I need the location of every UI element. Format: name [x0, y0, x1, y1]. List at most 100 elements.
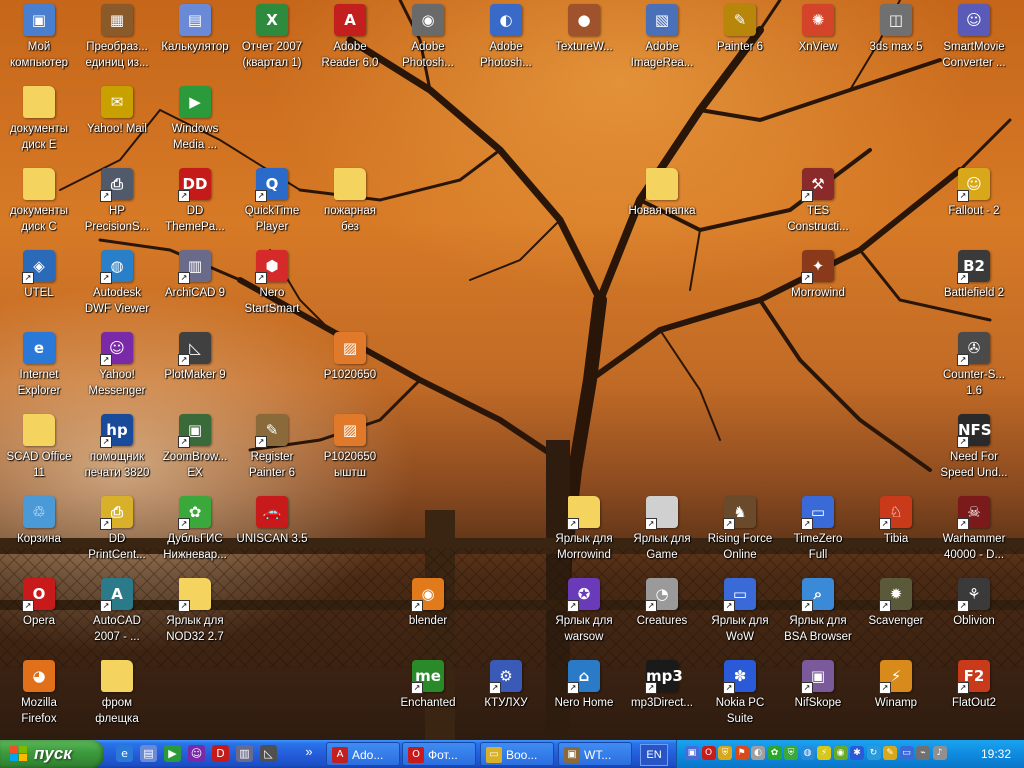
desktop-icon[interactable]: DD ↗ DD ThemePa... [156, 166, 234, 246]
desktop-icon[interactable]: ✿ ↗ ДубльГИС Нижневар... [156, 494, 234, 574]
network-tray-icon[interactable]: ▣ [685, 746, 699, 760]
desktop-icon[interactable]: ▶ Windows Media ... [156, 84, 234, 164]
desktop-icon[interactable]: ⚒ ↗ TES Constructi... [779, 166, 857, 246]
dd-quicklaunch-icon[interactable]: D [212, 745, 229, 762]
bluetooth-tray-icon[interactable]: ✱ [850, 746, 864, 760]
nvidia-tray-icon[interactable]: ◉ [833, 746, 848, 760]
taskbar-button[interactable]: O Фот... [402, 742, 476, 766]
desktop-icon[interactable]: ◐ Adobe Photosh... [467, 2, 545, 82]
desktop-icon[interactable]: X Отчет 2007 (квартал 1) [233, 2, 311, 82]
desktop-icon[interactable]: hp ↗ помощник печати 3820 [78, 412, 156, 492]
clock[interactable]: 19:32 [981, 740, 1011, 768]
desktop-icon[interactable]: ☺ ↗ Yahoo! Messenger [78, 330, 156, 410]
desktop-icon[interactable]: e Internet Explorer [0, 330, 78, 410]
usb-tray-icon[interactable]: ⌁ [916, 746, 930, 760]
taskbar-button[interactable]: A Ado... [326, 742, 400, 766]
desktop-icon[interactable]: ✦ ↗ Morrowind [779, 248, 857, 328]
desktop-icon[interactable]: F2 ↗ FlatOut2 [935, 658, 1013, 738]
desktop-icon[interactable]: ♞ ↗ Rising Force Online [701, 494, 779, 574]
desktop-icon[interactable]: O ↗ Opera [0, 576, 78, 656]
taskbar-button[interactable]: ▣ WT... [558, 742, 632, 766]
quick-launch-overflow-button[interactable]: » [302, 743, 316, 763]
desktop-icon[interactable]: документы диск E [0, 84, 78, 164]
desktop-icon[interactable]: Новая папка [623, 166, 701, 246]
desktop-icon[interactable]: ◉ Adobe Photosh... [389, 2, 467, 82]
desktop-icon[interactable]: mp3 ↗ mp3Direct... [623, 658, 701, 738]
desktop-icon[interactable]: ☺ ↗ Fallout - 2 [935, 166, 1013, 246]
desktop-icon[interactable]: ↗ Ярлык для Game [623, 494, 701, 574]
desktop-icon[interactable]: ✽ ↗ Nokia PC Suite [701, 658, 779, 738]
desktop-icon[interactable]: ◈ ↗ UTEL [0, 248, 78, 328]
opera-tray-icon[interactable]: O [701, 746, 716, 760]
desktop-icon[interactable]: ▣ Мой компьютер [0, 2, 78, 82]
desktop-icon[interactable]: ◺ ↗ PlotMaker 9 [156, 330, 234, 410]
flag-tray-icon[interactable]: ⚑ [734, 746, 749, 760]
desktop-icon[interactable]: ▣ ↗ NifSkope [779, 658, 857, 738]
desktop-icon[interactable]: ✪ ↗ Ярлык для warsow [545, 576, 623, 656]
update-tray-icon[interactable]: ↻ [866, 746, 881, 760]
plotmaker-quicklaunch-icon[interactable]: ◺ [260, 745, 277, 762]
media-quicklaunch-icon[interactable]: ▶ [164, 745, 181, 762]
desktop-icon[interactable]: ▥ ↗ ArchiCAD 9 [156, 248, 234, 328]
desktop-icon[interactable]: ▨ P1020650 ыштш [311, 412, 389, 492]
desktop-icon[interactable]: ⎙ ↗ DD PrintCent... [78, 494, 156, 574]
desktop-icon[interactable]: me ↗ Enchanted [389, 658, 467, 738]
desktop-icon[interactable]: ☺ SmartMovie Converter ... [935, 2, 1013, 82]
power-tray-icon[interactable]: ⚡ [817, 746, 831, 760]
desktop-icon[interactable]: ◫ 3ds max 5 [857, 2, 935, 82]
desktop-icon[interactable]: ▤ Калькулятор [156, 2, 234, 82]
desktop-icon[interactable]: ✹ ↗ Scavenger [857, 576, 935, 656]
desktop-icon[interactable]: B2 ↗ Battlefield 2 [935, 248, 1013, 328]
start-button[interactable]: пуск [0, 740, 104, 768]
desktop-icon[interactable]: Q ↗ QuickTime Player [233, 166, 311, 246]
desktop-icon[interactable]: ⬢ ↗ Nero StartSmart [233, 248, 311, 328]
display-tray-icon[interactable]: ▭ [899, 746, 914, 760]
globe-tray-icon[interactable]: ◍ [800, 746, 815, 760]
desktop-icon[interactable]: документы диск C [0, 166, 78, 246]
shield-tray-icon[interactable]: ⛨ [718, 746, 732, 760]
desktop-icon[interactable]: 🚗 UNISCAN 3.5 [233, 494, 311, 574]
desktop-icon[interactable]: ▧ Adobe ImageRea... [623, 2, 701, 82]
desktop-icon[interactable]: ▦ Преобраз... единиц из... [78, 2, 156, 82]
desktop-icon[interactable]: ♲ Корзина [0, 494, 78, 574]
language-indicator[interactable]: EN [640, 744, 668, 766]
shield-green-tray-icon[interactable]: ⛨ [784, 746, 798, 760]
pen-tray-icon[interactable]: ✎ [883, 746, 897, 760]
desktop-icon[interactable]: ⚘ ↗ Oblivion [935, 576, 1013, 656]
desktop-icon[interactable]: ✉ Yahoo! Mail [78, 84, 156, 164]
desktop-icon[interactable]: ⌕ ↗ Ярлык для BSA Browser [779, 576, 857, 656]
desktop-icon[interactable]: ◍ ↗ Autodesk DWF Viewer [78, 248, 156, 328]
desktop-icon[interactable]: ◔ ↗ Creatures [623, 576, 701, 656]
ie-quicklaunch-icon[interactable]: e [116, 745, 133, 762]
desktop-icon[interactable]: A ↗ AutoCAD 2007 - ... [78, 576, 156, 656]
desktop-icon[interactable]: ⚙ ↗ КТУЛХУ [467, 658, 545, 738]
desktop-icon[interactable]: SCAD Office 11 [0, 412, 78, 492]
desktop-icon[interactable]: ● TextureW... [545, 2, 623, 82]
desktop-icon[interactable]: A Adobe Reader 6.0 [311, 2, 389, 82]
desktop-icon[interactable]: ↗ Ярлык для NOD32 2.7 [156, 576, 234, 656]
desktop-icon[interactable]: ✺ XnView [779, 2, 857, 82]
desktop-icon[interactable]: ↗ Ярлык для Morrowind [545, 494, 623, 574]
desktop-icon[interactable]: ⎙ ↗ HP PrecisionS... [78, 166, 156, 246]
desktop-icon[interactable]: ◉ ↗ blender [389, 576, 467, 656]
desktop-icon[interactable]: ✎ ↗ Register Painter 6 [233, 412, 311, 492]
desktop-icon[interactable]: ▣ ↗ ZoomBrow... EX [156, 412, 234, 492]
desktop-icon[interactable]: ✎ Painter 6 [701, 2, 779, 82]
desktop-icon[interactable]: NFS ↗ Need For Speed Und... [935, 412, 1013, 492]
desktop-icon[interactable]: ⚡ ↗ Winamp [857, 658, 935, 738]
yahoo-quicklaunch-icon[interactable]: ☺ [188, 745, 205, 762]
desktop-icon[interactable]: ▭ ↗ TimeZero Full [779, 494, 857, 574]
qip-flower-tray-icon[interactable]: ✿ [767, 746, 782, 760]
desktop-icon[interactable]: пожарная без [311, 166, 389, 246]
desktop-icon[interactable]: ⌂ ↗ Nero Home [545, 658, 623, 738]
calculator-quicklaunch-icon[interactable]: ▤ [140, 745, 157, 762]
desktop-icon[interactable]: ▭ ↗ Ярлык для WoW [701, 576, 779, 656]
volume-tray-icon[interactable]: ◐ [751, 746, 765, 760]
archicad-quicklaunch-icon[interactable]: ▥ [236, 745, 253, 762]
desktop-icon[interactable]: ♘ ↗ Tibia [857, 494, 935, 574]
desktop-icon[interactable]: ☠ ↗ Warhammer 40000 - D... [935, 494, 1013, 574]
taskbar-button[interactable]: ▭ Boo... [480, 742, 554, 766]
desktop-icon[interactable]: ◕ Mozilla Firefox [0, 658, 78, 738]
speaker-tray-icon[interactable]: ♪ [932, 746, 947, 760]
desktop-icon[interactable]: фром флещка [78, 658, 156, 738]
